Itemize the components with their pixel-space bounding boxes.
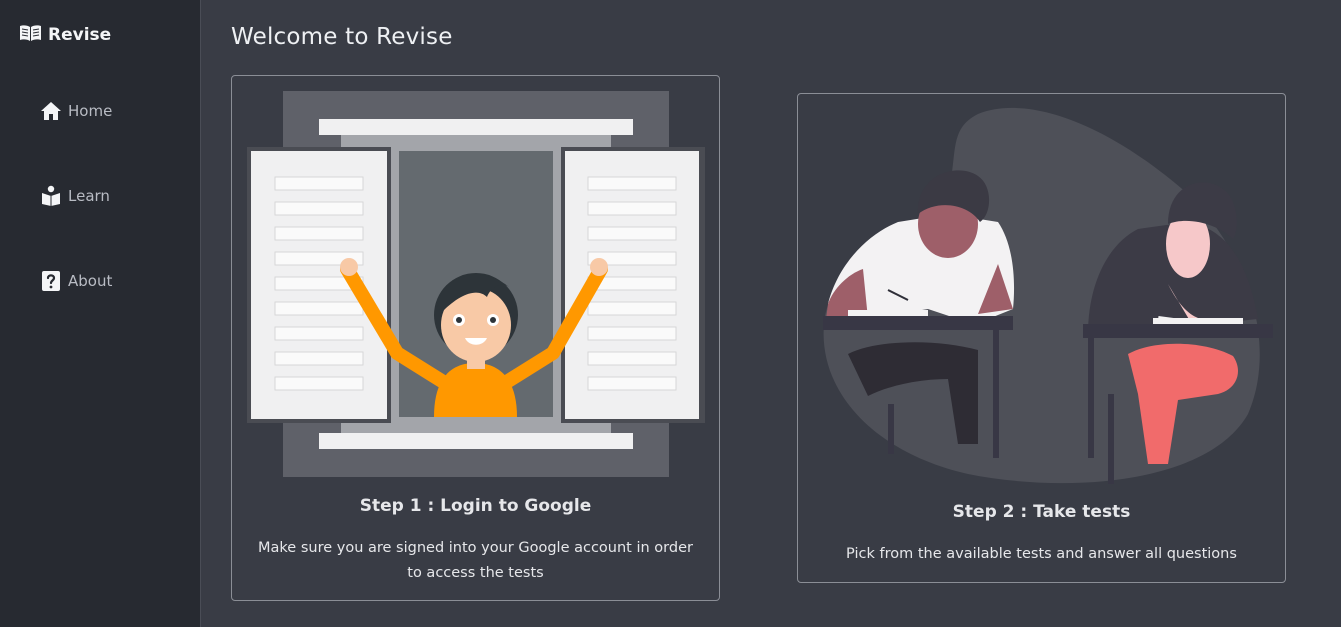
step-card-login: Step 1 : Login to Google Make sure you a… bbox=[231, 75, 720, 601]
person-waving-from-window-illustration bbox=[247, 91, 705, 481]
step-title: Step 1 : Login to Google bbox=[359, 496, 592, 516]
sidebar-item-label: About bbox=[68, 272, 113, 290]
sidebar: Revise Home Learn About bbox=[0, 0, 201, 627]
home-icon bbox=[40, 101, 62, 121]
step-card-tests: Step 2 : Take tests Pick from the availa… bbox=[797, 93, 1286, 583]
sidebar-item-learn[interactable]: Learn bbox=[40, 184, 110, 208]
sidebar-item-home[interactable]: Home bbox=[40, 99, 112, 123]
step-description: Pick from the available tests and answer… bbox=[846, 546, 1237, 562]
sidebar-item-label: Home bbox=[68, 102, 113, 120]
reader-icon bbox=[40, 185, 62, 207]
question-icon bbox=[40, 270, 62, 292]
step-title: Step 2 : Take tests bbox=[952, 502, 1131, 522]
students-taking-exam-illustration bbox=[808, 104, 1278, 488]
sidebar-item-label: Learn bbox=[68, 187, 110, 205]
step-description: Make sure you are signed into your Googl… bbox=[258, 540, 693, 581]
page-title: Welcome to Revise bbox=[231, 24, 453, 50]
book-open-icon bbox=[19, 24, 42, 47]
brand[interactable]: Revise bbox=[19, 23, 111, 47]
sidebar-item-about[interactable]: About bbox=[40, 269, 112, 293]
brand-label: Revise bbox=[48, 25, 112, 45]
